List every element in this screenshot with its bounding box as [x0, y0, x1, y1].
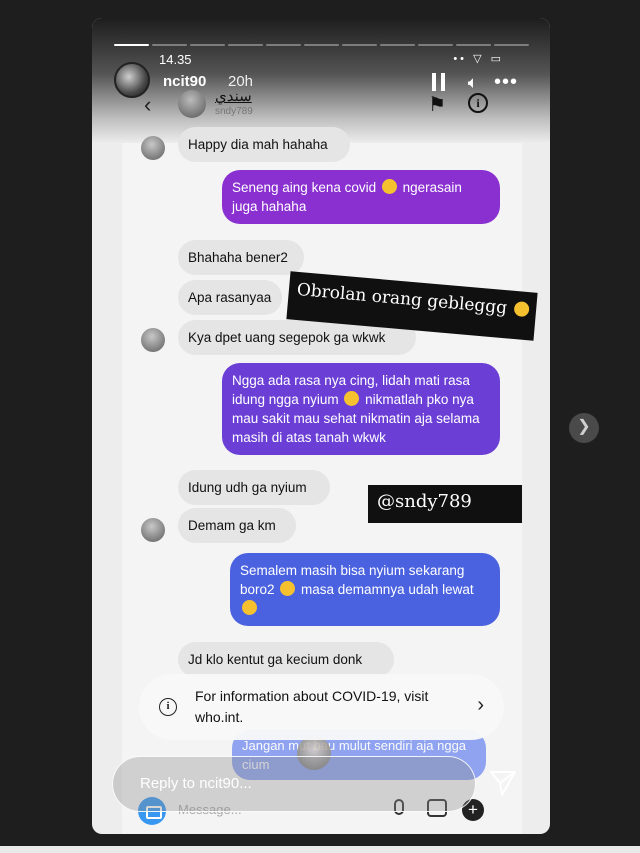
- mention-sticker[interactable]: @sndy789: [368, 485, 522, 523]
- progress-segment: [190, 44, 225, 46]
- emoji-icon: [381, 179, 397, 194]
- flag-icon: ⚑: [428, 94, 446, 116]
- message-bubble-incoming: Happy dia mah hahaha: [178, 127, 350, 162]
- progress-segment: [418, 44, 453, 46]
- dm-contact-handle: sndy789: [215, 106, 253, 117]
- progress-segment: [342, 44, 377, 46]
- message-bubble-incoming: Demam ga km: [178, 508, 296, 543]
- progress-segment: [152, 44, 187, 46]
- next-story-button[interactable]: ❯: [569, 413, 599, 443]
- message-avatar: [141, 518, 165, 542]
- chevron-right-icon: ›: [477, 694, 484, 716]
- window-bottom-edge: [0, 846, 640, 853]
- progress-segment: [114, 44, 149, 46]
- status-bar-icons: •• ▽ ▭: [453, 53, 504, 65]
- message-avatar: [141, 328, 165, 352]
- info-icon: i: [159, 698, 177, 716]
- emoji-icon: [242, 600, 257, 615]
- message-bubble-outgoing: Ngga ada rasa nya cing, lidah mati rasa …: [222, 363, 500, 455]
- emoji-icon: [344, 391, 360, 406]
- message-bubble-incoming: Jd klo kentut ga kecium donk: [178, 642, 394, 677]
- dm-contact-name: سندي: [215, 88, 252, 105]
- more-options-icon[interactable]: •••: [494, 71, 518, 94]
- reply-input[interactable]: [112, 756, 476, 812]
- message-bubble-outgoing: Semalem masih bisa nyium sekarang boro2 …: [230, 553, 500, 626]
- pause-icon[interactable]: [431, 73, 447, 91]
- progress-segment: [304, 44, 339, 46]
- progress-segment: [266, 44, 301, 46]
- dm-back-chevron-icon: ‹: [144, 92, 152, 117]
- progress-segment: [228, 44, 263, 46]
- story-progress-bar: [114, 44, 529, 47]
- message-bubble-incoming: Apa rasanyaa: [178, 280, 282, 315]
- status-bar-time: 14.35: [159, 52, 192, 67]
- story-username[interactable]: ncit90: [163, 73, 206, 90]
- emoji-icon: [280, 581, 296, 596]
- progress-segment: [380, 44, 415, 46]
- message-bubble-outgoing: Seneng aing kena covid ngerasain juga ha…: [222, 170, 500, 224]
- info-icon: i: [468, 93, 488, 113]
- send-icon[interactable]: [488, 768, 518, 798]
- progress-segment: [494, 44, 529, 46]
- covid-info-text: For information about COVID-19, visit wh…: [195, 688, 429, 725]
- story-viewer: 14.35 •• ▽ ▭ ncit90 20h 🔈︎ ••• ‹ سندي sn…: [92, 18, 550, 834]
- mute-icon[interactable]: 🔈︎: [468, 73, 478, 93]
- emoji-icon: [513, 300, 530, 318]
- dm-contact-avatar: [178, 90, 206, 118]
- progress-segment: [456, 44, 491, 46]
- message-bubble-incoming: Idung udh ga nyium: [178, 470, 330, 505]
- story-top-gradient: [92, 18, 550, 143]
- message-avatar: [141, 136, 165, 160]
- covid-info-banner[interactable]: i For information about COVID-19, visit …: [139, 674, 504, 740]
- message-bubble-incoming: Bhahaha bener2: [178, 240, 304, 275]
